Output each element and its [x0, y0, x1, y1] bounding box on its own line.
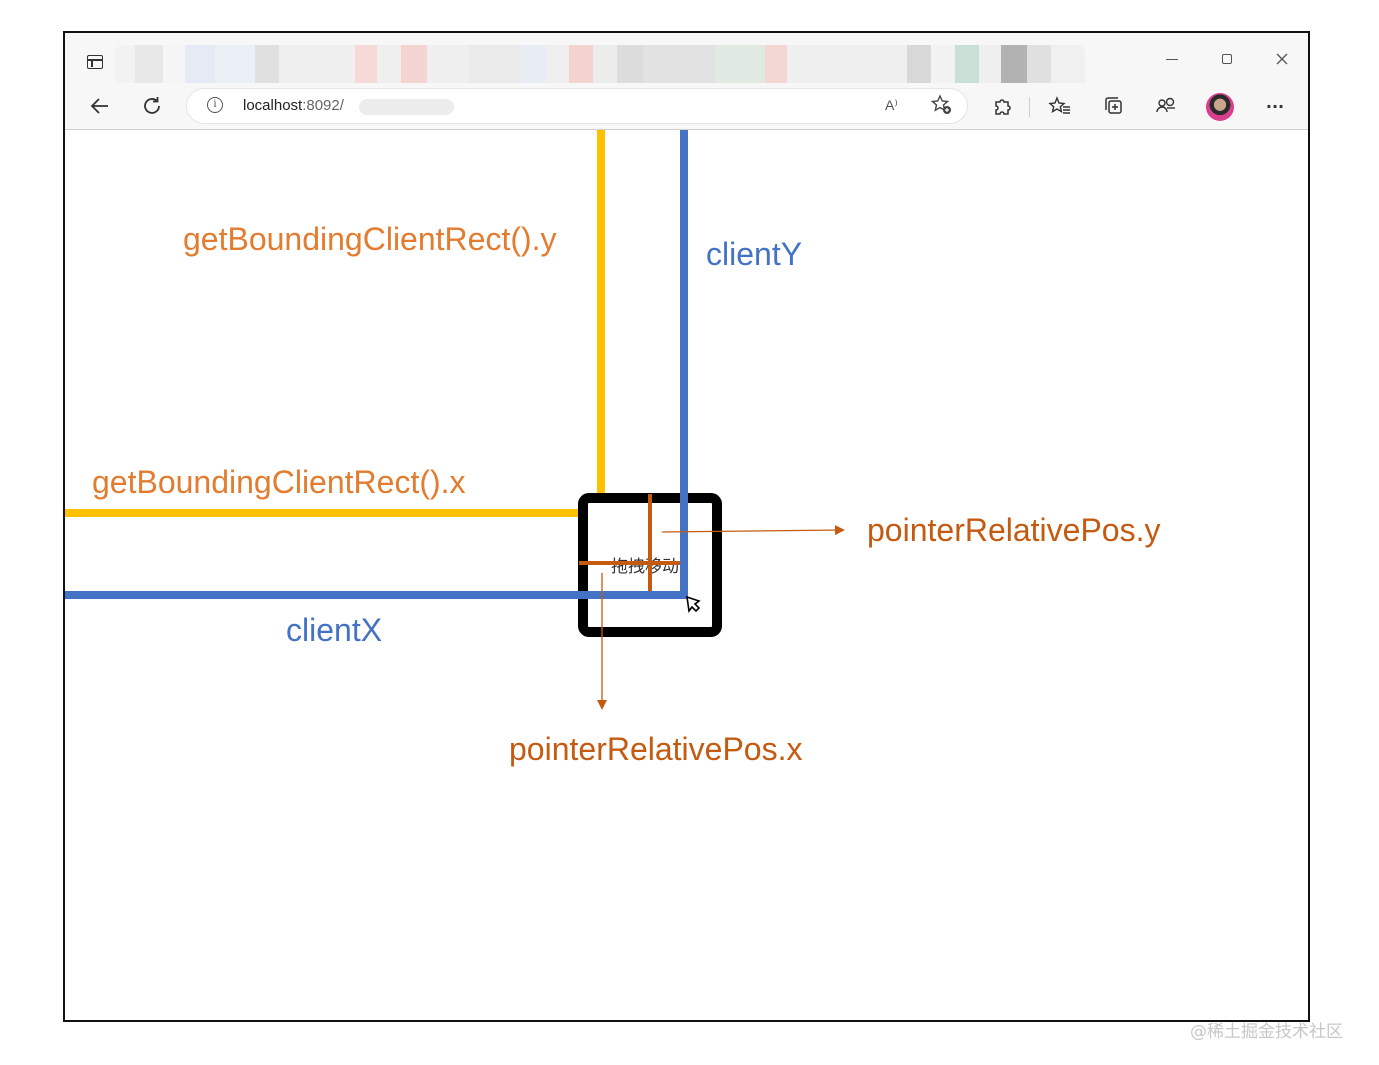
copilot-icon	[1156, 97, 1175, 113]
profile-avatar[interactable]	[1206, 93, 1234, 121]
watermark: @稀土掘金技术社区	[1190, 1022, 1343, 1042]
collections-icon	[1105, 97, 1122, 114]
browser-toolbar: i localhost:8092/ A⁾ ···	[65, 83, 1308, 130]
favorites-icon	[1048, 96, 1070, 114]
back-button[interactable]	[85, 91, 115, 121]
rect-x-label: getBoundingClientRect().x	[92, 464, 466, 500]
draggable-box-label: 拖拽移动	[611, 557, 679, 577]
refresh-icon	[144, 97, 160, 114]
toolbar-divider	[1029, 97, 1030, 117]
minimize-button[interactable]	[1160, 49, 1184, 69]
address-url: localhost:8092/	[243, 97, 344, 114]
favorites-button[interactable]	[1045, 91, 1075, 121]
extensions-button[interactable]	[987, 91, 1017, 121]
maximize-icon	[1222, 54, 1232, 64]
add-favorite-icon[interactable]	[929, 93, 953, 122]
site-info-icon[interactable]: i	[207, 97, 223, 113]
minimize-icon	[1166, 58, 1178, 60]
screenshot-canvas: i localhost:8092/ A⁾ ··· 拖拽移动 getBoundin…	[0, 0, 1379, 1065]
tab-list-blurred[interactable]	[115, 45, 1085, 83]
more-icon[interactable]: ···	[1260, 91, 1290, 121]
browser-window: i localhost:8092/ A⁾ ··· 拖拽移动 getBoundin…	[63, 31, 1310, 1022]
extensions-icon	[995, 99, 1011, 115]
close-icon	[1276, 53, 1288, 65]
address-path-blurred	[359, 99, 454, 115]
collections-button[interactable]	[1099, 91, 1129, 121]
maximize-button[interactable]	[1215, 49, 1239, 69]
back-arrow-icon	[90, 98, 108, 114]
refresh-button[interactable]	[137, 91, 167, 121]
tab-strip	[65, 33, 1308, 83]
page-viewport: 拖拽移动 getBoundingClientRect().y clientY g…	[65, 130, 1308, 1020]
client-y-label: clientY	[706, 236, 803, 272]
copilot-button[interactable]	[1151, 91, 1181, 121]
client-x-label: clientX	[286, 612, 383, 648]
close-button[interactable]	[1270, 49, 1294, 69]
annotation-overlay: 拖拽移动	[65, 130, 845, 710]
address-bar[interactable]: i localhost:8092/ A⁾	[187, 89, 967, 123]
address-host: localhost	[243, 97, 303, 114]
tab-actions-icon[interactable]	[87, 55, 103, 69]
rect-y-label: getBoundingClientRect().y	[183, 221, 557, 257]
relative-y-label: pointerRelativePos.y	[867, 512, 1161, 548]
read-aloud-icon[interactable]: A⁾	[885, 97, 898, 114]
relative-x-label: pointerRelativePos.x	[509, 731, 803, 767]
address-port-path: :8092/	[302, 97, 344, 114]
